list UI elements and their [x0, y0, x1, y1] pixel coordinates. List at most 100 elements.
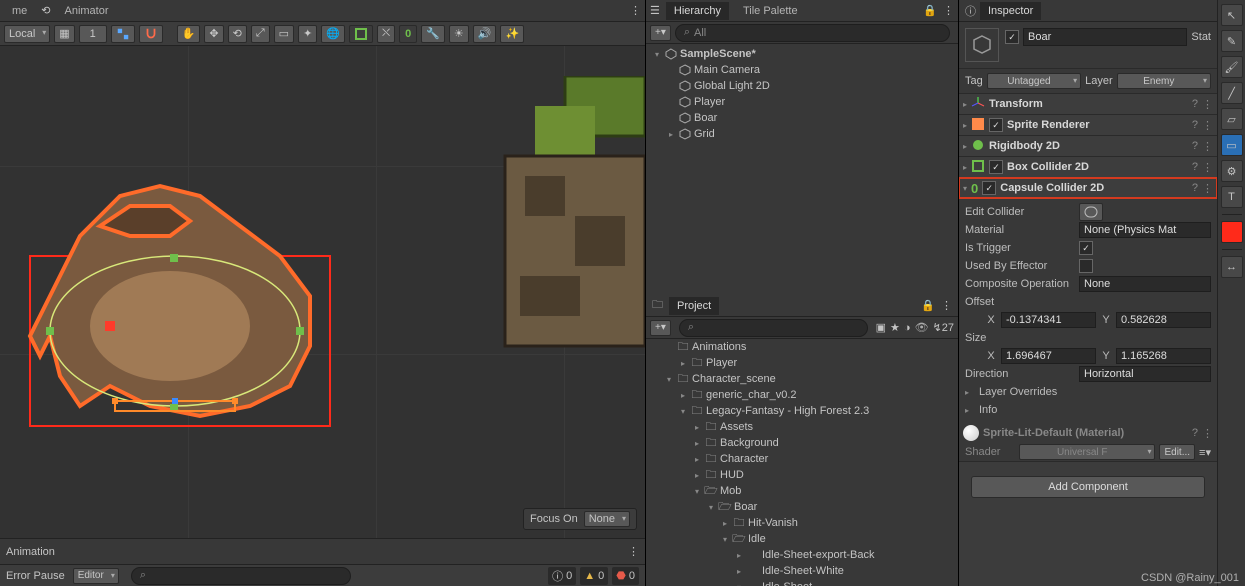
snap-icon[interactable]	[111, 25, 135, 43]
project-item[interactable]: ▾🗁Mob	[646, 483, 958, 499]
help-icon[interactable]: ?	[1192, 182, 1198, 194]
fx-icon[interactable]: ✨	[500, 25, 524, 43]
static-label[interactable]: Stat	[1191, 31, 1211, 43]
poly-tool-icon[interactable]: ▱	[1221, 108, 1243, 130]
hierarchy-item[interactable]: Global Light 2D	[646, 78, 958, 94]
kebab-icon[interactable]: ⋮	[1202, 119, 1213, 132]
scene-viewport[interactable]: Focus On None	[0, 46, 645, 538]
component-header[interactable]: ▸Transform?⋮	[959, 94, 1217, 114]
component-enable-checkbox[interactable]: ✓	[989, 118, 1003, 132]
project-item[interactable]: ▸🗀Background	[646, 435, 958, 451]
component-header[interactable]: ▸✓Box Collider 2D?⋮	[959, 157, 1217, 177]
kebab-icon[interactable]: ⋮	[1202, 140, 1213, 153]
hierarchy-search[interactable]: ⌕ All	[675, 24, 950, 42]
offset-y-field[interactable]: 0.582628	[1116, 312, 1211, 328]
component-enable-checkbox[interactable]: ✓	[982, 181, 996, 195]
focus-on-dropdown[interactable]: None	[584, 511, 630, 527]
component-header[interactable]: ▸✓Sprite Renderer?⋮	[959, 115, 1217, 135]
expand-icon[interactable]: ↔	[1221, 256, 1243, 278]
material-field[interactable]: None (Physics Mat	[1079, 222, 1211, 238]
kebab-icon[interactable]: ⋮	[941, 299, 952, 312]
rotate-tool-icon[interactable]: ⟲	[228, 25, 247, 43]
kebab-icon[interactable]: ⋮	[943, 4, 954, 17]
project-item[interactable]: ▸Idle-Sheet-White	[646, 563, 958, 579]
info-count[interactable]: ⓘ0	[548, 567, 576, 585]
cursor-tool-icon[interactable]: ↖	[1221, 4, 1243, 26]
wrench-icon[interactable]: 🔧	[421, 25, 445, 43]
kebab-icon[interactable]: ⋮	[628, 545, 639, 558]
capsule-tool-icon[interactable]: 0	[399, 25, 417, 43]
text-tool-icon[interactable]: T	[1221, 186, 1243, 208]
hierarchy-tree[interactable]: ▾SampleScene*Main CameraGlobal Light 2DP…	[646, 44, 958, 295]
direction-dropdown[interactable]: Horizontal	[1079, 366, 1211, 382]
help-icon[interactable]: ?	[1192, 427, 1198, 439]
tab-inspector[interactable]: Inspector	[980, 2, 1041, 20]
component-header[interactable]: ▸Rigidbody 2D?⋮	[959, 136, 1217, 156]
hidden-icon[interactable]: 👁	[915, 321, 929, 334]
project-item[interactable]: ▾🗁Boar	[646, 499, 958, 515]
layer-dropdown[interactable]: Enemy	[1117, 73, 1211, 89]
scale-tool-icon[interactable]: ⤢	[251, 25, 270, 43]
hierarchy-item[interactable]: ▾SampleScene*	[646, 46, 958, 62]
brush-tool-icon[interactable]: 🖌	[1221, 56, 1243, 78]
grid-num[interactable]: 1	[79, 25, 107, 43]
hierarchy-item[interactable]: Boar	[646, 110, 958, 126]
component-enable-checkbox[interactable]: ✓	[989, 160, 1003, 174]
layer-overrides-label[interactable]: Layer Overrides	[979, 386, 1089, 398]
size-y-field[interactable]: 1.165268	[1116, 348, 1211, 364]
grid-icon[interactable]: ▦	[54, 25, 74, 43]
kebab-icon[interactable]: ⋮	[1202, 427, 1213, 440]
light-icon[interactable]: ☀	[449, 25, 469, 43]
tag-filter-icon[interactable]: ◑	[904, 322, 911, 334]
warn-count[interactable]: ▲0	[580, 567, 608, 585]
gameobject-icon[interactable]	[965, 28, 999, 62]
audio-icon[interactable]: 🔊	[473, 25, 497, 43]
kebab-icon[interactable]: ⋮	[1202, 161, 1213, 174]
scene-boar[interactable]	[20, 136, 340, 436]
help-icon[interactable]: ?	[1192, 161, 1198, 173]
tab-game[interactable]: me	[4, 2, 35, 20]
rect-tool-icon[interactable]: ▭	[1221, 134, 1243, 156]
kebab-icon[interactable]: ⋮	[1202, 182, 1213, 195]
is-trigger-checkbox[interactable]: ✓	[1079, 241, 1093, 255]
project-item[interactable]: ▸🗀Player	[646, 355, 958, 371]
error-count[interactable]: ⬣0	[612, 567, 639, 585]
help-icon[interactable]: ?	[1192, 140, 1198, 152]
create-dropdown[interactable]: +▾	[650, 25, 671, 41]
add-component-button[interactable]: Add Component	[971, 476, 1205, 498]
hand-tool-icon[interactable]: ✋	[177, 25, 201, 43]
pencil-tool-icon[interactable]: ✎	[1221, 30, 1243, 52]
info-label[interactable]: Info	[979, 404, 1089, 416]
bone-icon[interactable]: ⛌	[377, 25, 395, 43]
composite-dropdown[interactable]: None	[1079, 276, 1211, 292]
project-item[interactable]: ▸🗀Assets	[646, 419, 958, 435]
rect-tool-icon[interactable]: ▭	[274, 25, 294, 43]
space-dropdown[interactable]: Local	[4, 25, 50, 43]
project-tree[interactable]: 🗀Animations▸🗀Player▾🗀Character_scene▸🗀ge…	[646, 339, 958, 586]
editor-dropdown[interactable]: Editor	[73, 568, 119, 584]
tab-tile-palette[interactable]: Tile Palette	[735, 2, 806, 20]
hierarchy-item[interactable]: Player	[646, 94, 958, 110]
tab-hierarchy[interactable]: Hierarchy	[666, 2, 729, 20]
hierarchy-item[interactable]: ▸Grid	[646, 126, 958, 142]
project-item[interactable]: ▾🗁Idle	[646, 531, 958, 547]
project-item[interactable]: ▾Idle-Sheet	[646, 579, 958, 586]
settings-icon[interactable]: ⚙	[1221, 160, 1243, 182]
project-item[interactable]: ▸🗀Hit-Vanish	[646, 515, 958, 531]
shader-dropdown[interactable]: Universal F	[1019, 444, 1155, 460]
move-tool-icon[interactable]: ✥	[204, 25, 223, 43]
tab-animator[interactable]: Animator	[57, 2, 117, 20]
kebab-icon[interactable]: ⋮	[1202, 98, 1213, 111]
create-dropdown[interactable]: +▾	[650, 320, 671, 336]
effector-checkbox[interactable]	[1079, 259, 1093, 273]
kebab-icon[interactable]: ⋮	[630, 4, 641, 17]
globe-icon[interactable]: 🌐	[321, 25, 345, 43]
favorite-icon[interactable]: ★	[890, 321, 900, 334]
tag-dropdown[interactable]: Untagged	[987, 73, 1081, 89]
project-item[interactable]: ▸🗀HUD	[646, 467, 958, 483]
console-search[interactable]: ⌕	[131, 567, 351, 585]
name-field[interactable]: Boar	[1023, 28, 1187, 46]
component-header[interactable]: ▾0✓Capsule Collider 2D?⋮	[959, 178, 1217, 198]
lock-icon[interactable]: 🔒	[921, 299, 935, 312]
box-collider-tool-icon[interactable]	[349, 25, 373, 43]
